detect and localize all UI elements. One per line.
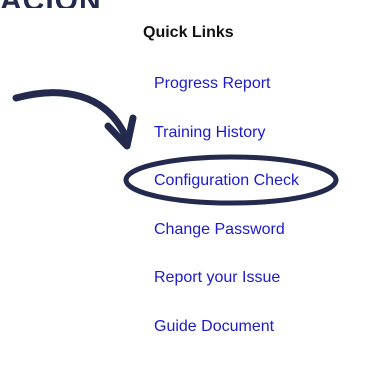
guide-document-link[interactable]: Guide Document (154, 318, 274, 335)
page-heading-partial: ACION (0, 0, 102, 8)
curved-arrow-icon (12, 89, 137, 150)
quick-links-title: Quick Links (143, 24, 234, 41)
page: ACION Quick Links Progress Report Traini… (0, 0, 370, 366)
training-history-link[interactable]: Training History (154, 124, 265, 141)
list-item: Configuration Check (154, 171, 299, 220)
configuration-check-link[interactable]: Configuration Check (154, 172, 299, 189)
list-item: Guide Document (154, 317, 299, 366)
progress-report-link[interactable]: Progress Report (154, 75, 271, 92)
list-item: Training History (154, 123, 299, 172)
list-item: Change Password (154, 220, 299, 269)
quick-links-list: Progress Report Training History Configu… (154, 74, 299, 365)
report-issue-link[interactable]: Report your Issue (154, 269, 280, 286)
list-item: Progress Report (154, 74, 299, 123)
list-item: Report your Issue (154, 268, 299, 317)
change-password-link[interactable]: Change Password (154, 221, 285, 238)
